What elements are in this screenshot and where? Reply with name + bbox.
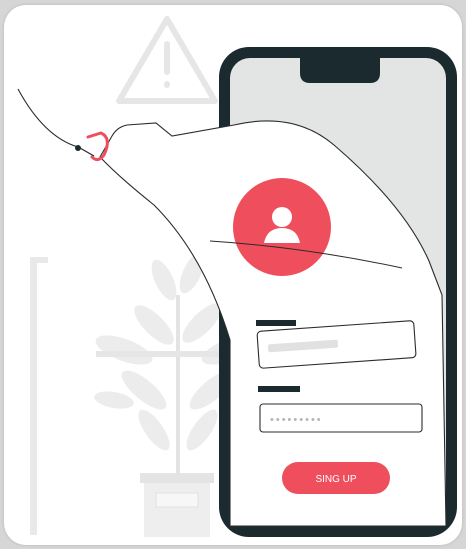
password-input[interactable]: ••••••••• <box>259 403 423 433</box>
phone-notch <box>300 57 380 83</box>
signup-button[interactable]: SING UP <box>282 462 390 494</box>
illustration-card: ••••••••• SING UP <box>4 5 462 545</box>
user-avatar-icon <box>233 178 331 276</box>
phishing-signup-illustration: ••••••••• SING UP <box>17 16 457 537</box>
username-label-bar <box>256 320 296 326</box>
warning-triangle-icon <box>116 16 218 104</box>
signup-button-label: SING UP <box>315 474 356 485</box>
background-bracket <box>30 257 48 535</box>
fishing-hook-icon <box>17 88 109 162</box>
password-label-bar <box>258 386 300 392</box>
password-mask: ••••••••• <box>270 414 323 426</box>
